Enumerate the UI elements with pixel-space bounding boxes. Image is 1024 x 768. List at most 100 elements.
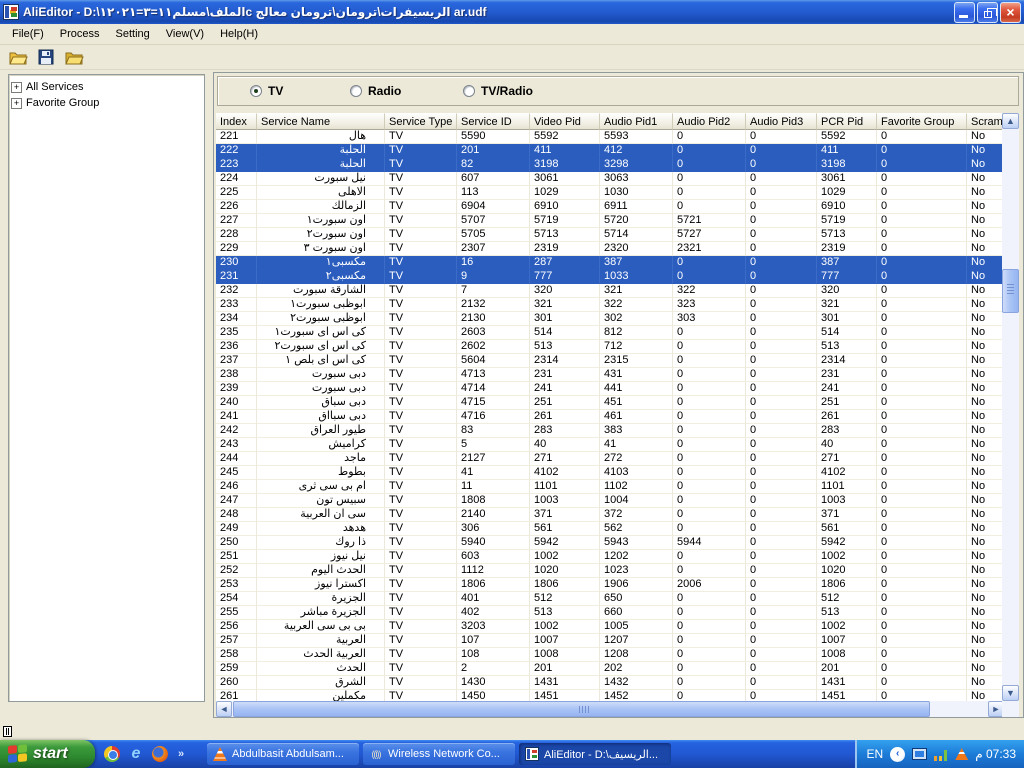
menu-item-view-v[interactable]: View(V) — [158, 26, 212, 42]
column-header-service-id[interactable]: Service ID — [457, 113, 530, 130]
table-row[interactable]: 225الاهلىTV113102910300010290No — [216, 186, 1004, 200]
table-row[interactable]: 257العربيةTV107100712070010070No — [216, 634, 1004, 648]
language-indicator[interactable]: EN — [867, 747, 884, 761]
table-row[interactable]: 249هدهدTV306561562005610No — [216, 522, 1004, 536]
column-header-favorite-group[interactable]: Favorite Group — [877, 113, 967, 130]
radio-tv[interactable]: TV — [250, 84, 283, 98]
scroll-left-icon[interactable]: ◄ — [216, 701, 232, 717]
table-row[interactable]: 234ابوظبى سبورت٢TV213030130230303010No — [216, 312, 1004, 326]
vlc-tray-icon[interactable] — [955, 748, 968, 760]
table-cell: 5713 — [530, 228, 600, 242]
scroll-down-icon[interactable]: ▼ — [1002, 685, 1019, 701]
table-row[interactable]: 232الشارقة سبورتTV732032132203200No — [216, 284, 1004, 298]
column-header-service-name[interactable]: Service Name — [257, 113, 385, 130]
expand-icon[interactable]: + — [11, 98, 22, 109]
menu-item-setting[interactable]: Setting — [108, 26, 158, 42]
column-header-scraml[interactable]: Scraml — [967, 113, 1004, 130]
column-header-video-pid[interactable]: Video Pid — [530, 113, 600, 130]
menu-item-help-h[interactable]: Help(H) — [212, 26, 266, 42]
table-row[interactable]: 228اون سبورت٢TV5705571357145727057130No — [216, 228, 1004, 242]
expand-icon[interactable]: + — [11, 82, 22, 93]
table-row[interactable]: 229اون سبورت ٣TV2307231923202321023190No — [216, 242, 1004, 256]
column-header-audio-pid2[interactable]: Audio Pid2 — [673, 113, 746, 130]
chrome-icon[interactable] — [104, 746, 120, 762]
table-row[interactable]: 233ابوظبى سبورت١TV213232132232303210No — [216, 298, 1004, 312]
close-button[interactable]: × — [1000, 2, 1021, 23]
table-row[interactable]: 242طيور العراقTV83283383002830No — [216, 424, 1004, 438]
hide-icons-icon[interactable]: ‹ — [890, 747, 905, 762]
taskbar-task-vlc[interactable]: Abdulbasit Abdulsam... — [207, 743, 359, 765]
internet-explorer-icon[interactable]: e — [128, 746, 144, 762]
column-header-pcr-pid[interactable]: PCR Pid — [817, 113, 877, 130]
table-cell: 5719 — [817, 214, 877, 228]
table-row[interactable]: 255الجزيرة مباشرTV402513660005130No — [216, 606, 1004, 620]
table-row[interactable]: 227اون سبورت١TV5707571957205721057190No — [216, 214, 1004, 228]
table-cell: No — [967, 578, 1004, 592]
display-tray-icon[interactable] — [912, 748, 927, 760]
radio-radio[interactable]: Radio — [350, 84, 401, 98]
sidebar-item-favorite-group[interactable]: +Favorite Group — [11, 95, 202, 111]
vertical-scrollbar[interactable]: ▲ ▼ — [1002, 113, 1019, 701]
table-row[interactable]: 260الشرقTV1430143114320014310No — [216, 676, 1004, 690]
table-row[interactable]: 243كراميشTV5404100400No — [216, 438, 1004, 452]
table-row[interactable]: 248سى ان العربيةTV2140371372003710No — [216, 508, 1004, 522]
table-row[interactable]: 235كى اس اى سبورت١TV2603514812005140No — [216, 326, 1004, 340]
table-row[interactable]: 238دبى سبورتTV4713231431002310No — [216, 368, 1004, 382]
table-row[interactable]: 240دبى سباقTV4715251451002510No — [216, 396, 1004, 410]
horizontal-scrollbar[interactable]: ◄ ► — [216, 701, 1004, 717]
table-row[interactable]: 246ام بى سى ثرىTV11110111020011010No — [216, 480, 1004, 494]
table-row[interactable]: 224نيل سبورتTV607306130630030610No — [216, 172, 1004, 186]
table-row[interactable]: 253اكسترا نيوزTV1806180619062006018060No — [216, 578, 1004, 592]
table-row[interactable]: 259الحدثTV2201202002010No — [216, 662, 1004, 676]
table-row[interactable]: 245بطوطTV41410241030041020No — [216, 466, 1004, 480]
taskbar-clock[interactable]: 07:33 م — [975, 747, 1016, 761]
taskbar-task-wireless[interactable]: ((i))Wireless Network Co... — [363, 743, 515, 765]
table-row[interactable]: 261مكملينTV1450145114520014510No — [216, 690, 1004, 701]
table-row[interactable]: 256بى بى سى العربيةTV3203100210050010020… — [216, 620, 1004, 634]
table-cell: 1808 — [457, 494, 530, 508]
table-row[interactable]: 230مكسبى١TV16287387003870No — [216, 256, 1004, 270]
table-row[interactable]: 247سبيس تونTV1808100310040010030No — [216, 494, 1004, 508]
table-cell: No — [967, 200, 1004, 214]
table-row[interactable]: 221هالTV5590559255930055920No — [216, 130, 1004, 144]
table-row[interactable]: 254الجزيرةTV401512650005120No — [216, 592, 1004, 606]
column-header-audio-pid3[interactable]: Audio Pid3 — [746, 113, 817, 130]
sidebar-item-all-services[interactable]: +All Services — [11, 79, 202, 95]
vertical-scroll-thumb[interactable] — [1002, 269, 1019, 313]
column-header-index[interactable]: Index — [216, 113, 257, 130]
firefox-icon[interactable] — [152, 746, 168, 762]
table-row[interactable]: 231مكسبى٢TV97771033007770No — [216, 270, 1004, 284]
table-cell: 223 — [216, 158, 257, 172]
table-row[interactable]: 226الزمالكTV6904691069110069100No — [216, 200, 1004, 214]
menu-item-process[interactable]: Process — [52, 26, 108, 42]
save-file-button[interactable] — [34, 46, 58, 68]
table-row[interactable]: 252الحدث اليومTV1112102010230010200No — [216, 564, 1004, 578]
table-row[interactable]: 222الحلبةTV201411412004110No — [216, 144, 1004, 158]
chevron-overflow-icon[interactable]: » — [178, 748, 184, 760]
minimize-button[interactable] — [954, 2, 975, 23]
table-row[interactable]: 223الحلبةTV82319832980031980No — [216, 158, 1004, 172]
open-file-button[interactable] — [6, 46, 30, 68]
start-button[interactable]: start — [0, 740, 95, 768]
titlebar[interactable]: AliEditor - D:\الملف\مسلم١١=٣=١٢٠٢١c الر… — [0, 0, 1024, 24]
table-row[interactable]: 244ماجدTV2127271272002710No — [216, 452, 1004, 466]
open-folder-button[interactable] — [62, 46, 86, 68]
table-row[interactable]: 236كى اس اى سبورت٢TV2602513712005130No — [216, 340, 1004, 354]
scroll-up-icon[interactable]: ▲ — [1002, 113, 1019, 129]
table-row[interactable]: 251نيل نيوزTV603100212020010020No — [216, 550, 1004, 564]
menu-item-file-f[interactable]: File(F) — [4, 26, 52, 42]
table-cell: ذا روك — [257, 536, 385, 550]
column-header-audio-pid1[interactable]: Audio Pid1 — [600, 113, 673, 130]
table-row[interactable]: 237كى اس اى بلص ١TV5604231423150023140No — [216, 354, 1004, 368]
table-row[interactable]: 258العربية الحدثTV108100812080010080No — [216, 648, 1004, 662]
horizontal-scroll-thumb[interactable] — [233, 701, 930, 717]
table-cell: No — [967, 326, 1004, 340]
taskbar-task-alieditor[interactable]: AliEditor - D:\الريسيف... — [519, 743, 671, 765]
table-row[interactable]: 250ذا روكTV5940594259435944059420No — [216, 536, 1004, 550]
table-row[interactable]: 241دبى سبااقTV4716261461002610No — [216, 410, 1004, 424]
restore-button[interactable] — [977, 2, 998, 23]
table-row[interactable]: 239دبى سبورتTV4714241441002410No — [216, 382, 1004, 396]
signal-bars-icon[interactable] — [934, 748, 948, 761]
column-header-service-type[interactable]: Service Type — [385, 113, 457, 130]
radio-tvradio[interactable]: TV/Radio — [463, 84, 533, 98]
